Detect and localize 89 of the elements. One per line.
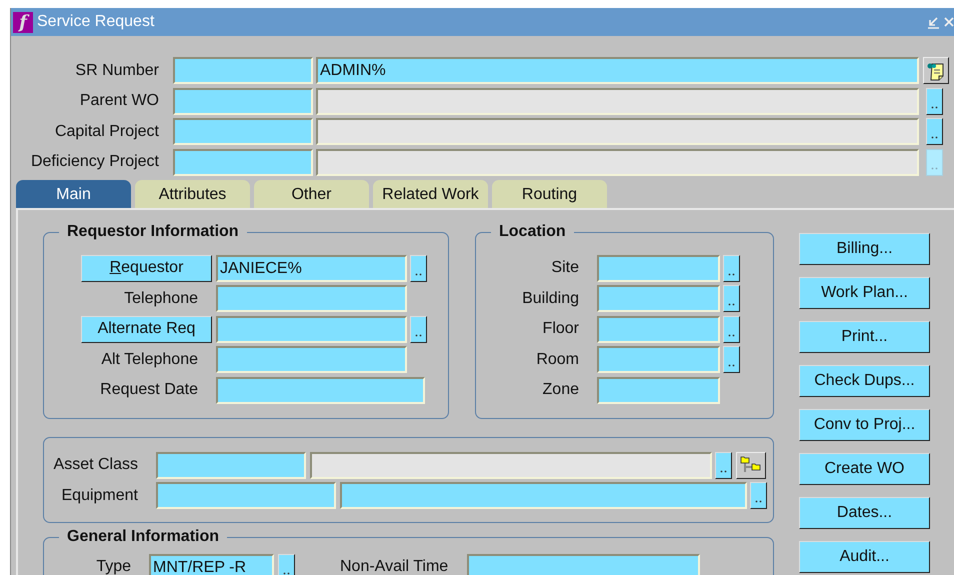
tab[interactable]: Routing [492,180,607,208]
ellipsis-icon [931,106,938,108]
action-button[interactable]: Conv to Proj... [799,408,930,440]
input-field[interactable] [216,316,407,342]
action-button[interactable]: Dates... [799,496,930,528]
tab[interactable]: Related Work [373,180,488,208]
lov-button[interactable] [926,118,943,145]
field-label: Zone [542,381,579,399]
group-title: Location [499,222,566,240]
action-button[interactable]: Audit... [799,540,930,572]
field-label: Equipment [60,486,138,504]
field-label: Capital Project [54,122,159,140]
lov-button[interactable] [926,88,943,114]
action-button[interactable]: Work Plan... [799,276,930,308]
group-title: Requestor Information [67,222,239,240]
group-title: General Information [67,528,220,544]
action-button[interactable]: Create WO [799,452,930,484]
input-field[interactable] [173,118,313,145]
lov-button[interactable] [410,316,427,342]
lov-button[interactable] [410,254,427,282]
field-label: Floor [542,320,579,338]
field-label: Telephone [123,290,199,308]
input-field[interactable] [310,452,712,478]
field-label: Building [521,290,579,308]
input-field[interactable]: JANIECE% [216,254,407,282]
lov-button[interactable] [750,482,767,509]
input-field[interactable] [467,554,700,575]
action-button[interactable]: Billing... [799,232,930,264]
ellipsis-icon [720,470,727,472]
input-field[interactable] [216,285,407,312]
input-field[interactable] [173,88,313,114]
lov-button[interactable] [723,285,740,312]
label-button[interactable]: Alternate Req [81,316,212,342]
tab[interactable]: Main [16,180,131,208]
field-label: Room [535,350,579,368]
field-label: Request Date [99,381,199,399]
action-button[interactable]: Print... [799,320,930,352]
folder-tree-icon [740,455,762,475]
ellipsis-icon [755,500,762,503]
input-field[interactable] [597,285,720,312]
window-title: Service Request [37,13,154,31]
label-button[interactable]: Requestor [81,254,212,282]
field-label: SR Number [74,62,159,80]
app-logo: f [13,12,33,32]
lov-button[interactable] [278,554,295,575]
ellipsis-icon [728,334,735,336]
input-field[interactable] [216,376,425,404]
input-field[interactable] [597,254,720,282]
ellipsis-icon [728,303,735,306]
tab[interactable]: Other [254,180,369,208]
input-field[interactable] [316,148,919,176]
input-field[interactable]: ADMIN% [316,57,919,84]
ellipsis-icon [415,272,422,276]
ellipsis-icon [931,136,938,139]
input-field[interactable] [597,316,720,342]
input-field[interactable]: MNT/REP -R [149,554,274,575]
minimize-icon[interactable] [926,15,940,29]
ellipsis-icon [728,364,735,367]
note-icon [926,60,946,80]
field-label: Deficiency Project [30,153,159,171]
input-field[interactable] [597,346,720,373]
input-field[interactable] [173,57,313,84]
notes-button[interactable] [923,57,949,84]
lov-button[interactable] [723,254,740,282]
field-label: Asset Class [52,456,138,474]
hierarchy-button[interactable] [736,452,766,478]
field-label: Alt Telephone [100,350,199,368]
input-field[interactable] [316,118,919,145]
tab[interactable]: Attributes [135,180,250,208]
close-icon[interactable] [944,15,954,29]
input-field[interactable] [156,452,306,478]
input-field[interactable] [316,88,919,114]
lov-button[interactable] [723,346,740,373]
action-button[interactable]: Check Dups... [799,364,930,396]
ellipsis-icon [415,334,422,336]
lov-button[interactable] [715,452,732,478]
lov-button[interactable] [723,316,740,342]
ellipsis-icon [728,272,735,276]
input-field[interactable] [173,148,313,176]
ellipsis-icon [931,166,938,170]
field-label: Type [95,558,131,575]
input-field[interactable] [597,376,720,404]
field-label: Non-Avail Time [340,558,448,575]
field-label: Parent WO [78,92,159,110]
input-field[interactable] [156,482,336,509]
field-label: Site [550,259,579,277]
input-field[interactable] [216,346,407,373]
input-field[interactable] [340,482,747,509]
ellipsis-icon [283,572,290,574]
